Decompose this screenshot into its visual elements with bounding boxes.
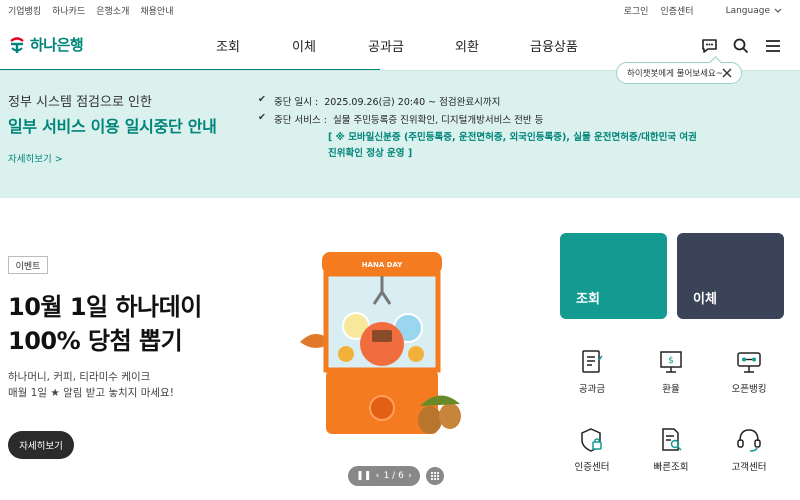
prev-arrow-icon[interactable]: ‹ — [376, 471, 380, 481]
login-link[interactable]: 로그인 — [624, 4, 649, 17]
notice-banner: 정부 시스템 점검으로 인한 일부 서비스 이용 일시중단 안내 자세히보기 >… — [0, 70, 800, 198]
notice-item-label: 중단 서비스 : — [274, 115, 327, 126]
certificate-icon — [581, 428, 602, 452]
nav-item-inquiry[interactable]: 조회 — [216, 36, 240, 55]
chevron-down-icon — [774, 8, 782, 13]
quick-menu-label: 오픈뱅킹 — [731, 384, 767, 395]
quick-menu-exchange-rate[interactable]: $ 환율 — [641, 348, 701, 395]
notice-sub-line1: [ ※ 모바일신분증 (주민등록증, 운전면허증, 외국인등록증), 실물 운전… — [328, 132, 697, 143]
machine-label: HANA DAY — [362, 261, 404, 269]
exchange-rate-icon: $ — [660, 351, 682, 373]
tile-transfer-label: 이체 — [693, 292, 717, 307]
quick-menu-label: 빠른조회 — [653, 462, 689, 473]
notice-item-text: 실물 주민등록증 진위확인, 디지털개방서비스 전반 등 — [332, 115, 544, 126]
bill-icon — [582, 350, 603, 373]
notice-details: ✔ 중단 일시 : 2025.09.26(금) 20:40 ~ 점검완료시까지 … — [258, 94, 697, 162]
util-link-recruit[interactable]: 채용안내 — [140, 4, 173, 17]
next-arrow-icon[interactable]: › — [408, 471, 412, 481]
language-selector[interactable]: Language — [726, 6, 782, 16]
svg-text:$: $ — [668, 356, 674, 366]
cake-shape — [372, 330, 392, 342]
headset-icon — [737, 429, 761, 452]
tile-inquiry[interactable]: 조회 — [560, 233, 667, 319]
notice-item-text: 2025.09.26(금) 20:40 ~ 점검완료시까지 — [324, 97, 501, 108]
notice-title-line1: 정부 시스템 점검으로 인한 — [8, 95, 152, 110]
event-title-line1: 10월 1일 하나데이 — [8, 293, 202, 321]
machine-knob — [369, 395, 395, 421]
coin — [338, 346, 354, 362]
pause-icon[interactable]: ❚❚ — [356, 471, 371, 481]
util-link-bank-intro[interactable]: 은행소개 — [96, 4, 129, 17]
grid-icon — [430, 471, 440, 481]
coin — [408, 346, 424, 362]
chatbot-tooltip-text: 하이챗봇에게 물어보세요~ — [627, 69, 723, 79]
nav-item-financial-products[interactable]: 금융상품 — [530, 36, 578, 55]
prize-bowl — [360, 322, 404, 366]
quick-menu-bills[interactable]: 공과금 — [562, 348, 622, 395]
notice-title-line2: 일부 서비스 이용 일시중단 안내 — [8, 117, 217, 136]
quick-menu-label: 환율 — [662, 384, 680, 395]
quick-menu-cert-center[interactable]: 인증센터 — [562, 426, 622, 473]
menu-icon[interactable] — [764, 37, 782, 55]
nav-item-utility-bills[interactable]: 공과금 — [368, 36, 404, 55]
event-title-line2: 100% 당첨 뽑기 — [8, 327, 183, 355]
carousel-grid-button[interactable] — [426, 467, 444, 485]
quick-search-icon — [662, 428, 682, 451]
quick-menu-customer-center[interactable]: 고객센터 — [719, 426, 779, 473]
notice-sub-line2: 진위확인 정상 운영 ] — [328, 148, 413, 159]
nav-item-foreign-exchange[interactable]: 외환 — [455, 36, 479, 55]
notice-item: ✔ 중단 서비스 : 실물 주민등록증 진위확인, 디지털개방서비스 전반 등 — [258, 112, 697, 130]
event-desc-line2: 매월 1일 ★ 알림 받고 놓치지 마세요! — [8, 387, 174, 399]
check-icon: ✔ — [258, 94, 266, 105]
tile-inquiry-label: 조회 — [576, 292, 600, 307]
quick-menu-open-banking[interactable]: 오픈뱅킹 — [719, 348, 779, 395]
util-link-hana-card[interactable]: 하나카드 — [52, 4, 85, 17]
notice-item: ✔ 중단 일시 : 2025.09.26(금) 20:40 ~ 점검완료시까지 — [258, 94, 697, 112]
event-title: 10월 1일 하나데이 100% 당첨 뽑기 — [8, 290, 202, 358]
nav-item-transfer[interactable]: 이체 — [292, 36, 316, 55]
cert-center-link[interactable]: 인증센터 — [660, 4, 693, 17]
util-link-corporate-banking[interactable]: 기업뱅킹 — [8, 4, 41, 17]
check-icon: ✔ — [258, 112, 266, 123]
quick-menu-label: 고객센터 — [731, 462, 767, 473]
carousel-pager: ❚❚ ‹ 1 / 6 › — [348, 466, 420, 486]
close-icon[interactable] — [721, 67, 733, 79]
tile-transfer[interactable]: 이체 — [677, 233, 784, 319]
pager-count: 1 / 6 — [383, 471, 404, 481]
utility-bar: 기업뱅킹 하나카드 은행소개 채용안내 로그인 인증센터 Language — [0, 0, 800, 20]
language-label: Language — [725, 5, 770, 16]
chatbot-tooltip[interactable]: 하이챗봇에게 물어보세요~ — [616, 62, 742, 84]
event-description: 하나머니, 커피, 티라미수 케이크 매월 1일 ★ 알림 받고 놓치지 마세요… — [8, 369, 174, 401]
chat-icon[interactable] — [700, 37, 718, 55]
acorn-shape — [439, 403, 461, 429]
quick-menu-label: 인증센터 — [574, 462, 610, 473]
quick-menu-label: 공과금 — [578, 384, 606, 395]
notice-more-link[interactable]: 자세히보기 > — [8, 151, 63, 165]
search-icon[interactable] — [732, 37, 750, 55]
open-banking-icon — [737, 352, 761, 373]
event-badge: 이벤트 — [8, 256, 48, 274]
main-nav: 조회 이체 공과금 외환 금융상품 — [0, 36, 800, 56]
notice-item-label: 중단 일시 : — [274, 97, 319, 108]
event-more-button[interactable]: 자세히보기 — [8, 431, 74, 459]
quick-menu-quick-search[interactable]: 빠른조회 — [641, 426, 701, 473]
acorn-shape — [418, 406, 442, 434]
claw-machine-illustration: HANA DAY — [300, 252, 461, 434]
event-desc-line1: 하나머니, 커피, 티라미수 케이크 — [8, 371, 151, 383]
